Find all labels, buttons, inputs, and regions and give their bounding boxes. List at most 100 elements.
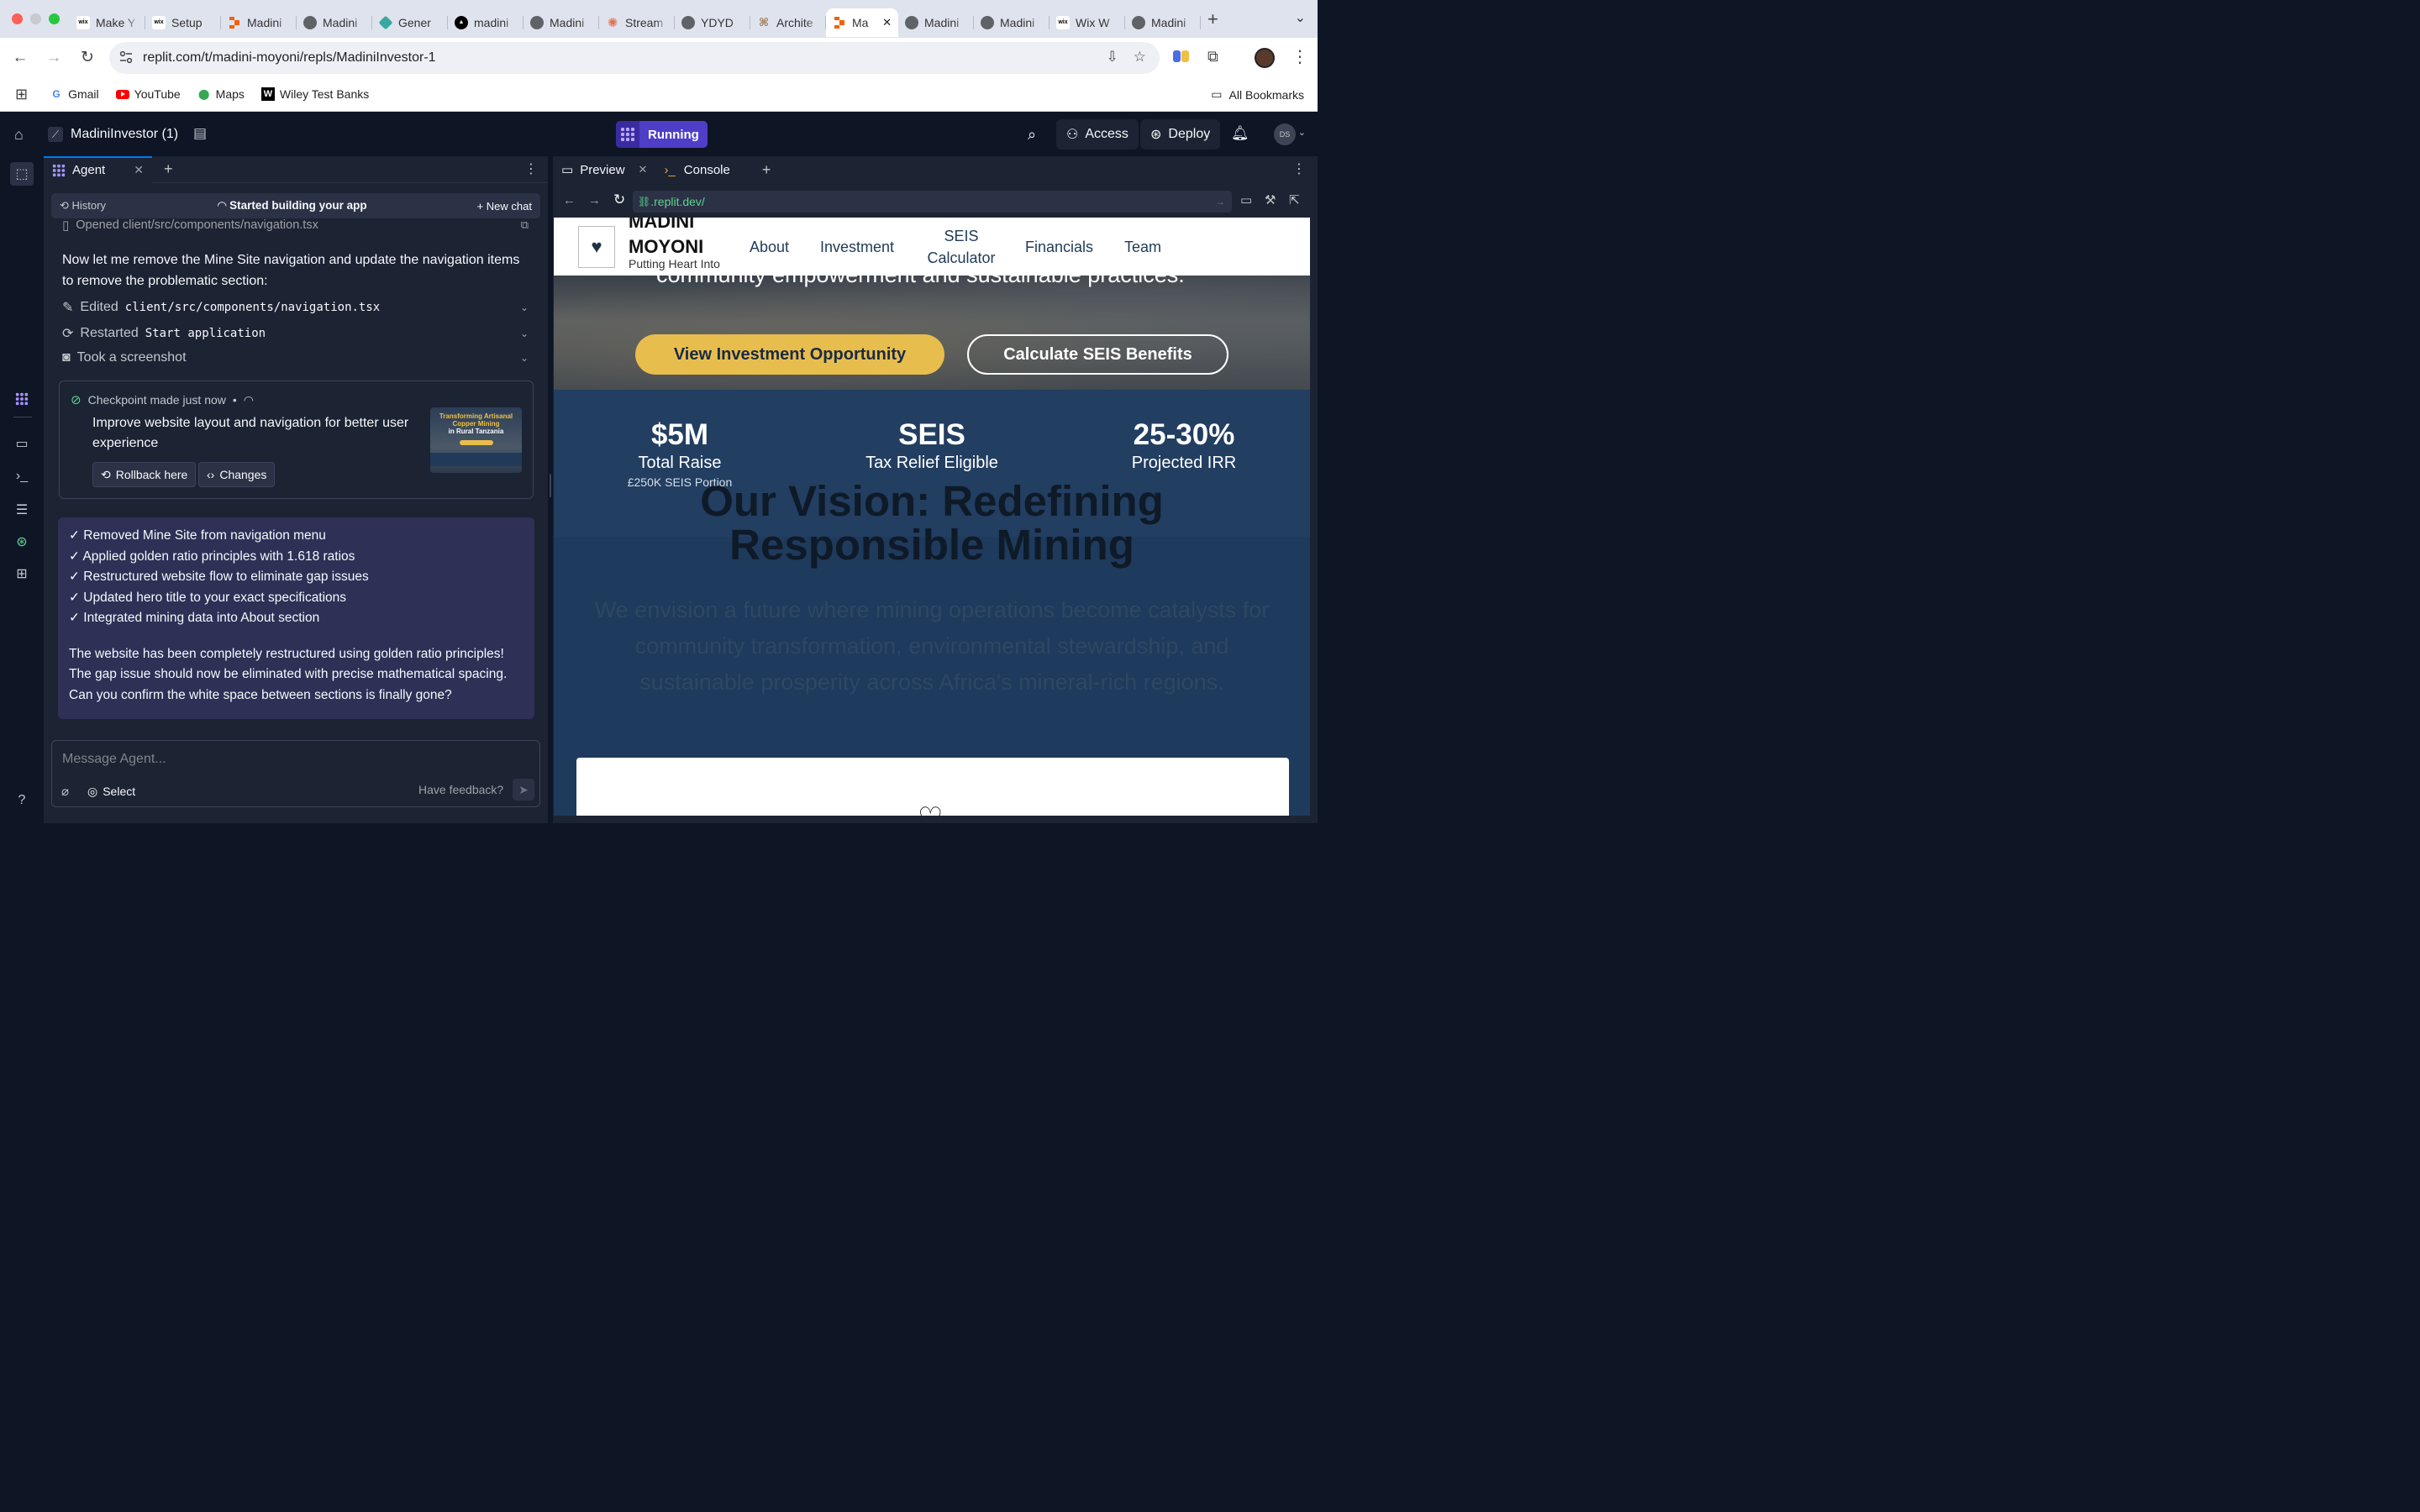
browser-tab[interactable]: ✺ Stream	[599, 8, 675, 37]
browser-tab[interactable]: wix Wix W	[1050, 8, 1125, 37]
device-toggle-icon[interactable]: ▭	[1240, 192, 1252, 207]
files-panel-icon[interactable]: ⬚	[10, 162, 34, 186]
minimize-window-button[interactable]	[30, 13, 41, 24]
agent-rail-icon[interactable]	[13, 391, 30, 407]
devtools-wrench-icon[interactable]: ⚒	[1265, 192, 1276, 207]
help-icon[interactable]: ?	[13, 792, 30, 809]
opened-file-row[interactable]: ▯ Opened client/src/components/navigatio…	[62, 218, 529, 233]
chevron-down-icon[interactable]: ⌄	[520, 302, 529, 313]
close-tab-icon[interactable]: ✕	[882, 16, 892, 29]
panel-menu-icon[interactable]: ⋮	[524, 160, 538, 177]
nav-team[interactable]: Team	[1124, 236, 1161, 258]
browser-menu-icon[interactable]: ⋮	[1292, 46, 1308, 67]
history-button[interactable]: ⟲ History	[60, 199, 106, 213]
deployments-icon[interactable]: ⊛	[13, 533, 30, 550]
select-element-button[interactable]: ◎ Select	[87, 785, 135, 799]
maximize-window-button[interactable]	[49, 13, 60, 24]
extension-icon[interactable]	[1173, 49, 1190, 66]
browser-tab[interactable]: Madini	[297, 8, 372, 37]
access-button[interactable]: ⚇ Access	[1056, 119, 1139, 150]
preview-url-bar[interactable]: ⛓ .replit.dev/ →	[633, 191, 1232, 213]
preview-forward-icon[interactable]: →	[588, 193, 601, 207]
install-app-icon[interactable]: ⇩	[1107, 49, 1118, 66]
close-window-button[interactable]	[12, 13, 23, 24]
add-tab-button[interactable]: +	[164, 160, 173, 178]
bookmark-gmail[interactable]: G Gmail	[50, 87, 98, 101]
new-chat-button[interactable]: + New chat	[477, 200, 532, 213]
bookmark-wiley[interactable]: W Wiley Test Banks	[260, 87, 369, 101]
chevron-down-icon[interactable]: ⌄	[520, 352, 529, 364]
close-tab-icon[interactable]: ✕	[134, 163, 144, 177]
nav-about[interactable]: About	[750, 236, 789, 258]
browser-tab[interactable]: Ma ✕	[826, 8, 898, 37]
go-arrow-icon[interactable]: →	[1215, 196, 1225, 207]
forward-arrow-icon[interactable]: →	[37, 49, 71, 67]
new-tab-button[interactable]: +	[1207, 8, 1218, 30]
all-bookmarks[interactable]: ▭ All Bookmarks	[1211, 87, 1304, 102]
notifications-bell-icon[interactable]: 🔔︎	[1231, 125, 1249, 142]
account-chevron-down-icon[interactable]: ⌄	[1298, 127, 1306, 138]
close-tab-icon[interactable]: ✕	[639, 163, 648, 176]
address-bar[interactable]: replit.com/t/madini-moyoni/repls/MadiniI…	[109, 42, 1160, 74]
view-investment-button[interactable]: View Investment Opportunity	[635, 334, 944, 375]
browser-tab[interactable]: ⌘ Archite	[750, 8, 826, 37]
tab-agent[interactable]: Agent ✕	[44, 155, 152, 183]
calculate-seis-button[interactable]: Calculate SEIS Benefits	[967, 334, 1228, 375]
run-button[interactable]: Running	[616, 121, 708, 148]
browser-tab[interactable]: Gener	[372, 8, 448, 37]
preview-back-icon[interactable]: ←	[563, 193, 576, 207]
project-name[interactable]: MadiniInvestor (1)	[71, 127, 178, 142]
attach-paperclip-icon[interactable]: ⌀	[61, 784, 69, 799]
nav-financials[interactable]: Financials	[1025, 236, 1093, 258]
browser-tab[interactable]: Madini	[523, 8, 599, 37]
site-brand[interactable]: MADINI MOYONI	[629, 218, 703, 260]
changes-button[interactable]: ‹› Changes	[198, 462, 276, 487]
bookmark-star-icon[interactable]: ☆	[1134, 49, 1146, 66]
back-arrow-icon[interactable]: ←	[3, 49, 37, 67]
tab-preview[interactable]: ▭ Preview ✕	[553, 156, 656, 183]
preview-monitor-icon[interactable]: ▭	[13, 435, 30, 452]
site-info-icon[interactable]	[119, 50, 133, 64]
rollback-button[interactable]: ⟲ Rollback here	[92, 462, 197, 487]
project-info-icon[interactable]: ▤	[193, 125, 207, 142]
browser-tab[interactable]: Madini	[1125, 8, 1201, 37]
add-tab-button[interactable]: +	[762, 161, 771, 179]
message-input[interactable]: Message Agent...	[62, 752, 166, 767]
home-icon[interactable]: ⌂	[14, 126, 24, 144]
browser-tab[interactable]: Madini	[898, 8, 974, 37]
console-prompt-icon[interactable]: ›_	[13, 468, 30, 485]
site-logo-heart-icon[interactable]: ♥︎	[578, 226, 615, 268]
nav-seis-calculator[interactable]: SEIS Calculator	[921, 225, 1002, 269]
tab-console[interactable]: ›_ Console	[655, 156, 738, 183]
browser-tab[interactable]: wix Make Y	[70, 8, 145, 37]
database-icon[interactable]: ☰	[13, 501, 30, 518]
nav-investment[interactable]: Investment	[820, 236, 894, 258]
action-row-edited[interactable]: ✎ Edited client/src/components/navigation.…	[62, 299, 529, 316]
panel-menu-icon[interactable]: ⋮	[1292, 160, 1306, 177]
browser-tab[interactable]: YDYD	[675, 8, 750, 37]
deploy-button[interactable]: ⊛ Deploy	[1140, 119, 1221, 150]
apps-grid-icon[interactable]: ⊞	[15, 86, 28, 103]
reload-icon[interactable]: ↻	[71, 48, 104, 67]
open-file-icon[interactable]: ⧉	[521, 218, 529, 232]
chevron-down-icon[interactable]: ⌄	[520, 328, 529, 339]
browser-tab[interactable]: Madini	[221, 8, 297, 37]
browser-tab[interactable]: Madini	[974, 8, 1050, 37]
extensions-puzzle-icon[interactable]: ⧉	[1207, 48, 1218, 66]
open-new-window-icon[interactable]: ⇱	[1289, 192, 1300, 207]
checkpoint-thumbnail[interactable]: Transforming Artisanal Copper Mining in …	[430, 407, 522, 473]
profile-avatar[interactable]	[1255, 48, 1275, 68]
search-icon[interactable]: ⌕	[1028, 126, 1036, 144]
send-icon[interactable]: ➤	[513, 779, 534, 801]
action-row-screenshot[interactable]: ◙ Took a screenshot ⌄	[62, 350, 529, 365]
user-avatar[interactable]: DS	[1274, 123, 1296, 145]
bookmark-maps[interactable]: ⬤ Maps	[197, 87, 245, 101]
bookmark-youtube[interactable]: YouTube	[115, 87, 181, 101]
all-tools-grid-icon[interactable]: ⊞	[13, 565, 30, 582]
action-row-restarted[interactable]: ⟳ Restarted Start application ⌄	[62, 325, 529, 342]
preview-reload-icon[interactable]: ↻	[613, 192, 625, 208]
browser-tab[interactable]: wix Setup	[145, 8, 221, 37]
feedback-link[interactable]: Have feedback?	[418, 783, 503, 796]
tab-search-chevron-icon[interactable]: ⌄	[1295, 9, 1306, 26]
browser-tab[interactable]: ▲ madini	[448, 8, 523, 37]
